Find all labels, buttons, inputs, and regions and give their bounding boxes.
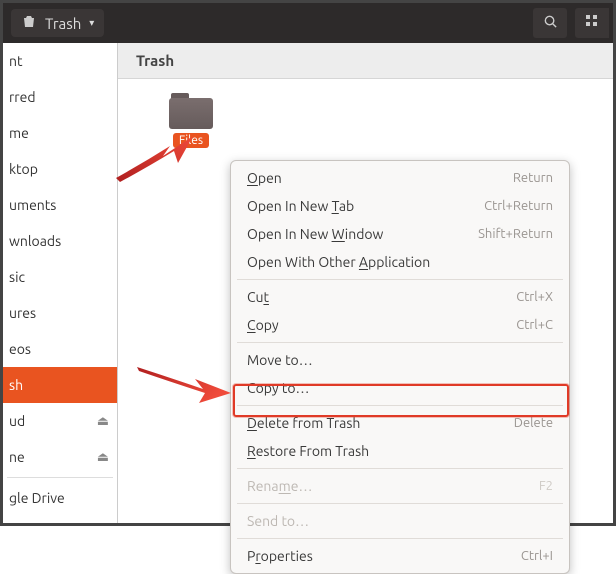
path-button[interactable]: Trash ▾ (11, 9, 104, 37)
eject-icon[interactable]: ⏏ (97, 414, 109, 429)
sidebar-item-desktop[interactable]: ktop (3, 151, 117, 187)
menu-cut[interactable]: CutCtrl+X (231, 283, 569, 311)
menu-rename: Rename…F2 (231, 472, 569, 500)
sidebar-item-starred[interactable]: rred (3, 79, 117, 115)
menu-separator (237, 468, 563, 469)
sidebar-divider (7, 477, 113, 478)
sidebar-item-cloud[interactable]: ud ⏏ (3, 403, 117, 439)
eject-icon[interactable]: ⏏ (97, 450, 109, 465)
sidebar-item-home[interactable]: me (3, 115, 117, 151)
menu-open[interactable]: OpenReturn (231, 164, 569, 192)
sidebar-label: rred (9, 89, 36, 105)
pathbar: Trash (118, 43, 613, 79)
grid-view-button[interactable] (575, 8, 609, 38)
sidebar-item-documents[interactable]: uments (3, 187, 117, 223)
sidebar-label: ne (9, 449, 25, 465)
menu-properties[interactable]: PropertiesCtrl+I (231, 542, 569, 570)
sidebar-item-trash[interactable]: sh (3, 367, 117, 403)
menu-send-to: Send to… (231, 507, 569, 535)
search-icon (543, 14, 558, 33)
sidebar-label: eos (9, 341, 31, 357)
sidebar-label: sic (9, 269, 25, 285)
sidebar-item-gdrive[interactable]: gle Drive (3, 480, 117, 516)
sidebar-item-music[interactable]: sic (3, 259, 117, 295)
menu-open-other[interactable]: Open With Other Application (231, 248, 569, 276)
menu-move-to[interactable]: Move to… (231, 346, 569, 374)
file-area[interactable]: Files (118, 79, 613, 115)
folder-item[interactable]: Files (163, 93, 219, 148)
menu-separator (237, 538, 563, 539)
sidebar-item-videos[interactable]: eos (3, 331, 117, 367)
menu-separator (237, 503, 563, 504)
sidebar-label: uments (9, 197, 56, 213)
sidebar-label: sh (9, 377, 23, 393)
sidebar-label: ud (9, 413, 25, 429)
sidebar-item-phone[interactable]: ne ⏏ (3, 439, 117, 475)
grid-icon (585, 14, 599, 32)
search-button[interactable] (533, 8, 567, 38)
sidebar-item-downloads[interactable]: wnloads (3, 223, 117, 259)
sidebar-item-pictures[interactable]: ures (3, 295, 117, 331)
context-menu: OpenReturn Open In New TabCtrl+Return Op… (230, 160, 570, 574)
menu-separator (237, 279, 563, 280)
window-title: Trash (45, 15, 81, 32)
menu-open-tab[interactable]: Open In New TabCtrl+Return (231, 192, 569, 220)
chevron-down-icon: ▾ (89, 17, 94, 29)
menu-delete-from-trash[interactable]: Delete from TrashDelete (231, 409, 569, 437)
sidebar-label: ktop (9, 161, 38, 177)
titlebar: Trash ▾ (3, 3, 613, 43)
sidebar-label: gle Drive (9, 490, 65, 506)
sidebar: nt rred me ktop uments wnloads sic ures … (3, 43, 118, 523)
menu-separator (237, 405, 563, 406)
menu-copy-to[interactable]: Copy to… (231, 374, 569, 402)
folder-icon (169, 93, 213, 129)
menu-restore-from-trash[interactable]: Restore From Trash (231, 437, 569, 465)
sidebar-item-recent[interactable]: nt (3, 43, 117, 79)
menu-separator (237, 342, 563, 343)
sidebar-label: wnloads (9, 233, 61, 249)
trash-icon (21, 13, 37, 33)
sidebar-label: nt (9, 53, 23, 69)
menu-copy[interactable]: CopyCtrl+C (231, 311, 569, 339)
sidebar-label: ures (9, 305, 36, 321)
sidebar-label: me (9, 125, 29, 141)
location-label: Trash (136, 52, 174, 69)
folder-label: Files (173, 133, 209, 148)
menu-open-window[interactable]: Open In New WindowShift+Return (231, 220, 569, 248)
